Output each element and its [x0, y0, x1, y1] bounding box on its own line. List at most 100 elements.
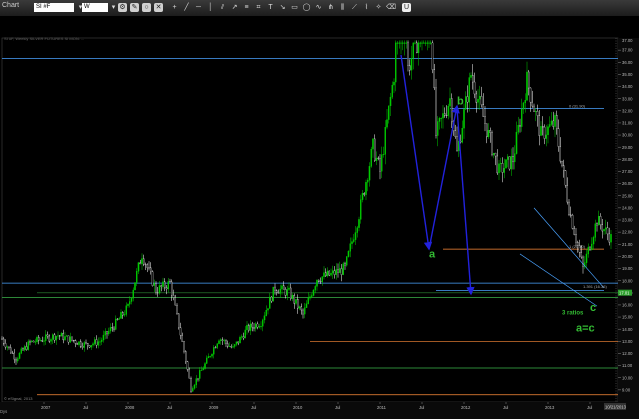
candle-body	[433, 69, 435, 89]
channel-tool-icon[interactable]: ⫽	[218, 3, 227, 12]
y-tick-label: 20.00	[622, 254, 633, 259]
candle-body	[375, 157, 378, 161]
candle-body	[132, 289, 134, 299]
elliott-tool-icon[interactable]: ⌇	[362, 3, 371, 12]
y-tick-label: 25.00	[622, 193, 633, 198]
wrench-icon[interactable]: ✎	[130, 3, 139, 12]
candle-body	[408, 65, 411, 71]
candle-body	[424, 42, 427, 44]
candle-body	[349, 243, 351, 252]
candle-body	[191, 388, 194, 392]
candle-body	[108, 330, 110, 335]
candle-body	[295, 299, 297, 304]
candle-body	[466, 96, 469, 103]
x-icon[interactable]: ✕	[154, 3, 163, 12]
candle-body	[267, 308, 269, 311]
candle-body	[354, 232, 357, 240]
candle-body	[174, 297, 176, 306]
candle-body	[517, 125, 520, 133]
candle-body	[88, 345, 91, 348]
candle-body	[514, 153, 516, 163]
crosshair-icon[interactable]: +	[170, 3, 179, 12]
candle-body	[211, 354, 213, 357]
chevron-down-icon[interactable]: ▾	[109, 3, 118, 12]
candle-body	[279, 288, 281, 294]
candle-body	[580, 252, 583, 258]
candle-body	[594, 223, 597, 238]
candle-body	[468, 77, 470, 103]
candle-body	[6, 346, 9, 348]
candle-body	[293, 295, 295, 304]
circle-icon[interactable]: ○	[142, 3, 151, 12]
erase-tool-icon[interactable]: ⌫	[386, 3, 396, 12]
rect-tool-icon[interactable]: ▭	[290, 3, 299, 12]
candle-body	[333, 270, 336, 275]
candle-body	[536, 111, 539, 116]
candle-body	[253, 327, 255, 329]
candle-body	[496, 155, 498, 174]
arrow-tool-icon[interactable]: ↘	[278, 3, 287, 12]
candle-body	[326, 270, 329, 277]
candle-body	[135, 271, 138, 283]
text-tool-icon[interactable]: T	[266, 3, 275, 12]
candle-body	[456, 136, 458, 151]
chart-area[interactable]: SI #F, Weekly SILVER FUTURES SI MON: ...…	[0, 16, 639, 419]
candle-body	[335, 269, 337, 275]
candle-body	[289, 287, 292, 299]
ellipse-tool-icon[interactable]: ◯	[302, 3, 311, 12]
speed-tool-icon[interactable]: ⟋	[350, 3, 359, 12]
x-tick-label: 2013	[545, 405, 555, 410]
candle-body	[482, 104, 484, 117]
candle-body	[249, 323, 252, 331]
gann-tool-icon[interactable]: ⌗	[254, 3, 263, 12]
candle-body	[149, 267, 152, 272]
fib-label: 0 (31.90)	[569, 103, 586, 108]
candle-body	[256, 323, 259, 328]
symbol-input[interactable]: SI #F	[34, 3, 74, 12]
regression-tool-icon[interactable]: ⫼	[338, 3, 347, 12]
candle-body	[547, 126, 549, 136]
candle-body	[606, 227, 609, 235]
x-tick-label: Jul	[83, 405, 88, 410]
candle-body	[305, 303, 308, 308]
candle-body	[188, 369, 190, 379]
fan-tool-icon[interactable]: ✧	[374, 3, 383, 12]
candle-body	[254, 323, 257, 329]
candle-body	[484, 116, 486, 124]
fib-tool-icon[interactable]: ≡	[242, 3, 251, 12]
candle-body	[197, 378, 199, 380]
candle-body	[351, 241, 353, 244]
line-tool-icon[interactable]: ╱	[182, 3, 191, 12]
candle-body	[535, 111, 537, 112]
y-tick-label: 21.00	[622, 242, 633, 247]
hline-tool-icon[interactable]: ─	[194, 3, 203, 12]
pitchfork-tool-icon[interactable]: ⋔	[326, 3, 335, 12]
candle-body	[148, 267, 150, 269]
x-tick-label: Jul	[419, 405, 424, 410]
candle-body	[515, 131, 518, 154]
candle-body	[190, 378, 192, 392]
candle-body	[436, 121, 439, 136]
gear-icon[interactable]: ⚙	[118, 3, 127, 12]
candle-body	[115, 318, 117, 330]
cycle-tool-icon[interactable]: ∿	[314, 3, 323, 12]
x-tick-label: 2010	[293, 405, 303, 410]
time-axis	[0, 402, 639, 419]
y-tick-label: 15.00	[622, 315, 633, 320]
period-input[interactable]: W	[82, 3, 108, 12]
ray-tool-icon[interactable]: ↗	[230, 3, 239, 12]
candle-body	[261, 319, 264, 327]
vline-tool-icon[interactable]: │	[206, 3, 215, 12]
candle-body	[57, 335, 59, 337]
candle-body	[71, 336, 73, 341]
candle-body	[172, 295, 175, 298]
candle-body	[156, 292, 159, 294]
candle-body	[25, 346, 28, 350]
candle-body	[277, 292, 280, 294]
candle-body	[18, 352, 21, 359]
y-tick-label: 30.00	[622, 133, 633, 138]
candle-body	[134, 282, 136, 291]
candle-body	[337, 269, 339, 273]
candle-body	[372, 138, 374, 150]
u-icon[interactable]: U	[402, 3, 411, 12]
